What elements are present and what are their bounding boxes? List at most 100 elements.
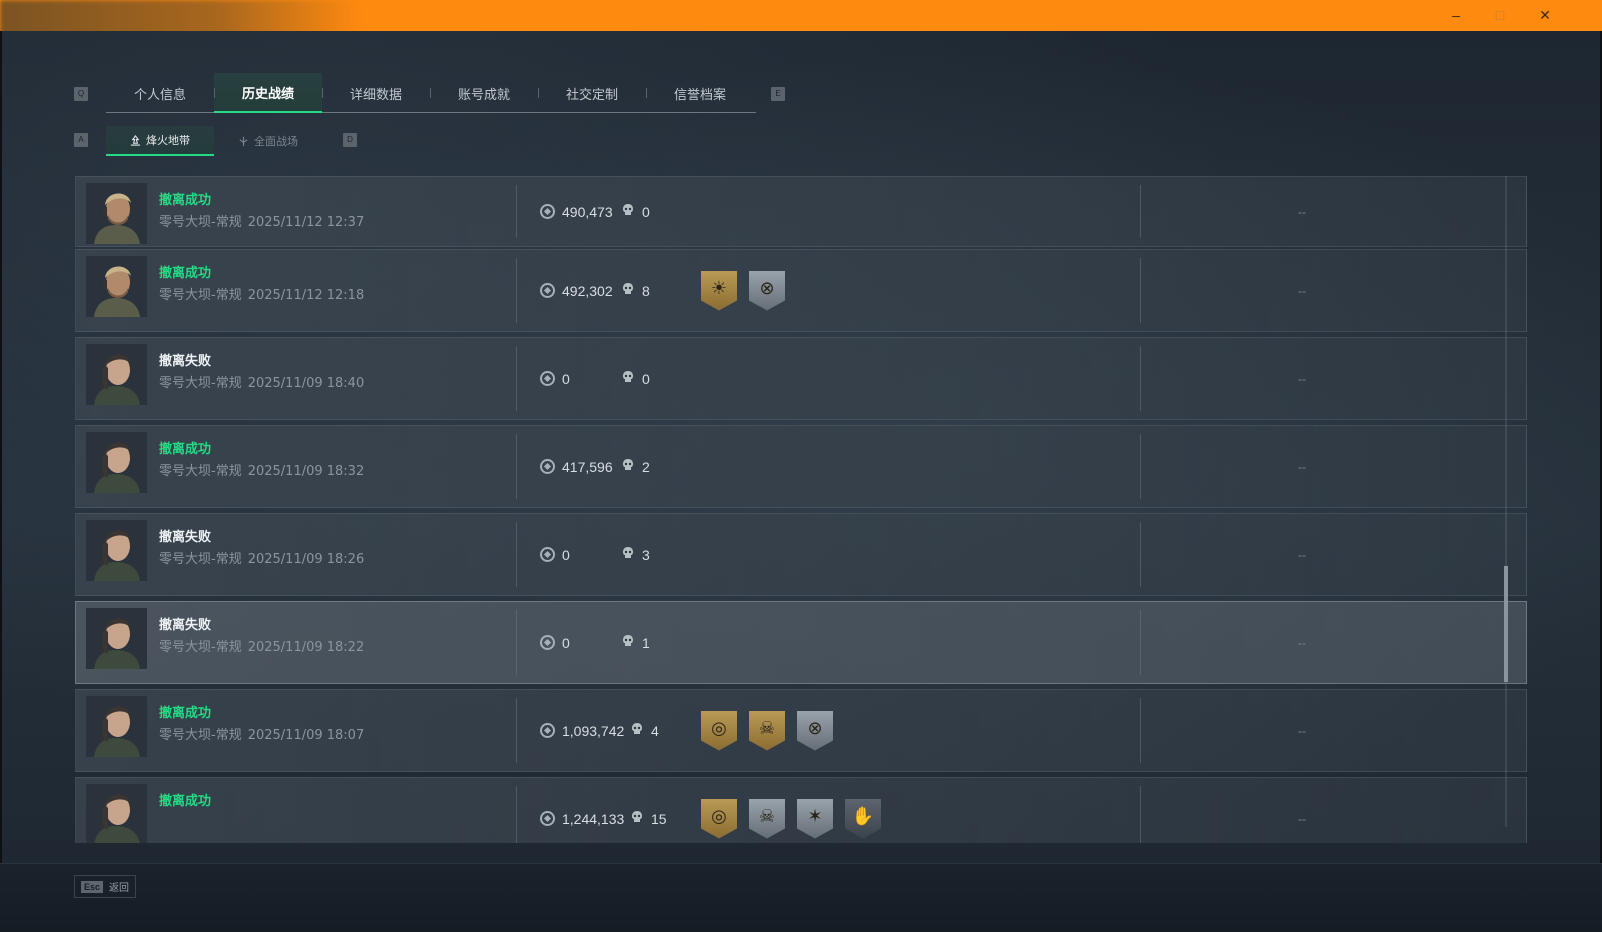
extraction-value: 492,302 <box>540 250 613 331</box>
title-bar: – □ ✕ <box>0 0 1602 40</box>
scrollbar-thumb[interactable] <box>1504 566 1508 682</box>
map-name: 零号大坝-常规 <box>159 728 242 743</box>
tab-next-key[interactable]: E <box>771 87 785 101</box>
extraction-status: 撤离失败 <box>159 529 212 544</box>
kills-value: 1 <box>642 634 650 651</box>
silver-crosshair-badge-icon[interactable]: ⊗ <box>797 710 833 751</box>
value-amount: 1,093,742 <box>562 722 625 739</box>
main-tabs: 个人信息 历史战绩 详细数据 账号成就 社交定制 信誉档案 <box>106 73 756 113</box>
kill-count: 3 <box>622 514 650 595</box>
match-record-row[interactable]: 撤离失败 零号大坝-常规 2025/11/09 18:40 0 0 -- <box>75 337 1527 420</box>
column-divider <box>1140 434 1141 499</box>
extraction-value: 0 <box>540 602 570 683</box>
gold-sun-badge-icon[interactable]: ☀ <box>701 270 737 311</box>
subtab-label: 全面战场 <box>254 136 298 148</box>
gold-coin-badge-icon[interactable]: ◎ <box>701 710 737 751</box>
extraction-status: 撤离成功 <box>159 441 212 456</box>
column-divider <box>516 258 517 323</box>
skull-icon <box>622 370 634 387</box>
back-button[interactable]: Esc 返回 <box>74 875 137 898</box>
match-meta: 零号大坝-常规 2025/11/09 18:40 <box>159 372 364 391</box>
match-record-row[interactable]: 撤离成功 零号大坝-常规 2025/11/12 12:37 490,473 0 -- <box>75 176 1527 247</box>
tab-reputation[interactable]: 信誉档案 <box>646 73 754 113</box>
kill-count: 0 <box>622 338 650 419</box>
extraction-value: 417,596 <box>540 426 613 507</box>
extraction-value: 0 <box>540 514 570 595</box>
gold-coin-badge-icon[interactable]: ◎ <box>701 798 737 839</box>
column-divider <box>516 434 517 499</box>
column-divider <box>1140 185 1141 238</box>
map-name: 零号大坝-常规 <box>159 215 242 230</box>
extraction-value: 490,473 <box>540 177 613 246</box>
kills-value: 0 <box>642 203 650 220</box>
achievement-badges: ◎ ☠ ⊗ <box>701 690 833 771</box>
subtab-next-key[interactable]: D <box>343 133 357 147</box>
match-record-row[interactable]: 撤离成功 零号大坝-常规 2025/11/12 12:18 492,302 8 ☀ ⊗ -- <box>75 249 1527 332</box>
value-amount: 0 <box>562 370 570 387</box>
operator-avatar <box>86 608 147 669</box>
column-divider <box>516 698 517 763</box>
match-datetime: 2025/11/09 18:32 <box>247 464 365 479</box>
match-history-list: 撤离成功 零号大坝-常规 2025/11/12 12:37 490,473 0 -- 撤离成… <box>75 176 1527 843</box>
extra-info: -- <box>1298 547 1306 562</box>
extra-info: -- <box>1298 283 1306 298</box>
match-record-row[interactable]: 撤离成功 零号大坝-常规 2025/11/09 18:32 417,596 2 -- <box>75 425 1527 508</box>
column-divider <box>1140 522 1141 587</box>
operator-avatar <box>86 256 147 317</box>
kills-value: 2 <box>642 458 650 475</box>
close-button[interactable]: ✕ <box>1532 4 1558 26</box>
match-record-row[interactable]: 撤离失败零号大坝-常规 2025/11/09 18:26 0 3 -- <box>75 513 1527 596</box>
match-datetime: 2025/11/09 18:26 <box>247 552 365 567</box>
extraction-status: 撤离成功 <box>159 793 212 808</box>
column-divider <box>1140 698 1141 763</box>
tab-prev-key[interactable]: Q <box>74 87 88 101</box>
tab-match-history[interactable]: 历史战绩 <box>214 73 322 113</box>
subtab-fire-zone[interactable]: 烽火地带 <box>106 126 214 156</box>
value-amount: 1,244,133 <box>562 810 625 827</box>
dark-hand-badge-icon[interactable]: ✋ <box>845 798 881 839</box>
column-divider <box>1140 346 1141 411</box>
gold-skull-badge-icon[interactable]: ☠ <box>749 710 785 751</box>
minimize-button[interactable]: – <box>1443 4 1469 26</box>
kills-value: 4 <box>651 722 659 739</box>
match-datetime: 2025/11/12 12:18 <box>247 288 365 303</box>
tab-detailed-stats[interactable]: 详细数据 <box>322 73 430 113</box>
achievement-badges: ◎ ☠ ✶ ✋ <box>701 778 881 843</box>
tab-achievements[interactable]: 账号成就 <box>430 73 538 113</box>
match-record-row[interactable]: 撤离失败 零号大坝-常规 2025/11/09 18:22 0 1 -- <box>75 601 1527 684</box>
kills-value: 15 <box>651 810 667 827</box>
extra-info: -- <box>1298 723 1306 738</box>
column-divider <box>516 522 517 587</box>
silver-star-badge-icon[interactable]: ✶ <box>797 798 833 839</box>
match-meta: 零号大坝-常规 2025/11/09 18:32 <box>159 460 364 479</box>
maximize-button[interactable]: □ <box>1487 4 1513 26</box>
scrollbar-track[interactable] <box>1505 176 1507 827</box>
match-datetime: 2025/11/09 18:07 <box>247 728 365 743</box>
currency-icon <box>540 723 555 738</box>
match-meta: 零号大坝-常规 2025/11/12 12:18 <box>159 284 364 303</box>
extraction-status: 撤离成功 <box>159 705 212 720</box>
match-meta: 零号大坝-常规 2025/11/09 18:07 <box>159 724 364 743</box>
map-name: 零号大坝-常规 <box>159 464 242 479</box>
extraction-status: 撤离成功 <box>159 192 212 207</box>
tab-profile[interactable]: 个人信息 <box>106 73 214 113</box>
value-amount: 492,302 <box>562 282 613 299</box>
map-name: 零号大坝-常规 <box>159 640 242 655</box>
match-record-row[interactable]: 撤离成功 1,244,133 15 ◎ ☠ ✶ ✋ -- <box>75 777 1527 843</box>
map-name: 零号大坝-常规 <box>159 552 242 567</box>
column-divider <box>1140 610 1141 675</box>
tab-social[interactable]: 社交定制 <box>538 73 646 113</box>
currency-icon <box>540 811 555 826</box>
currency-icon <box>540 283 555 298</box>
silver-skull-badge-icon[interactable]: ☠ <box>749 798 785 839</box>
subtab-battlefield[interactable]: 全面战场 <box>214 126 322 156</box>
operator-avatar <box>86 432 147 493</box>
match-record-row[interactable]: 撤离成功零号大坝-常规 2025/11/09 18:07 1,093,742 4 ◎ ☠ ⊗… <box>75 689 1527 772</box>
esc-key: Esc <box>81 880 104 893</box>
kill-count: 8 <box>622 250 650 331</box>
silver-crosshair-badge-icon[interactable]: ⊗ <box>749 270 785 311</box>
subtab-prev-key[interactable]: A <box>74 133 88 147</box>
kill-count: 1 <box>622 602 650 683</box>
extra-info: -- <box>1298 371 1306 386</box>
column-divider <box>516 185 517 238</box>
